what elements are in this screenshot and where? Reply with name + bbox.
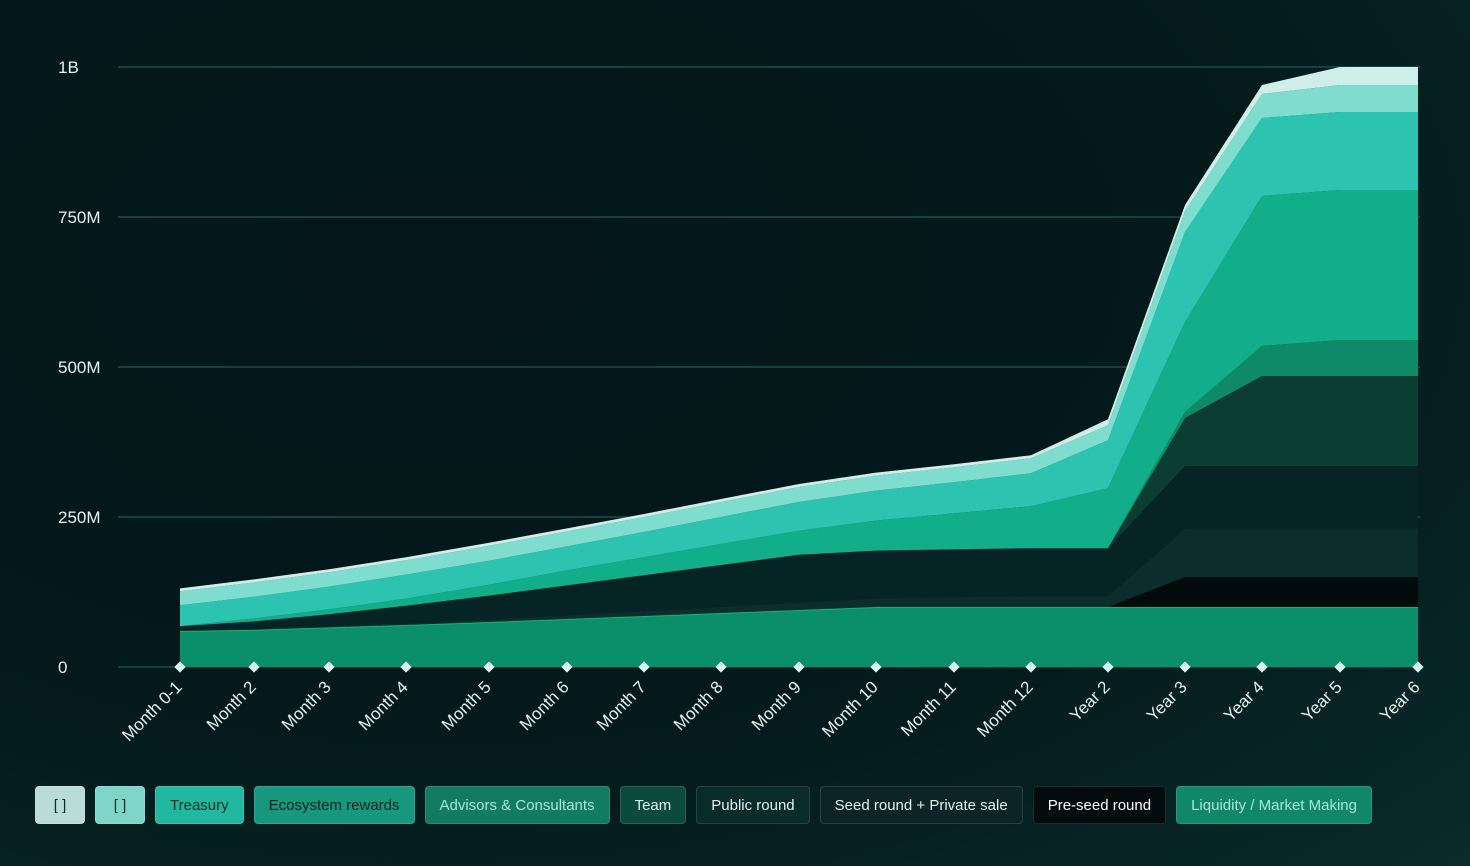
x-tick-label: Month 8 (670, 677, 727, 734)
x-tick-label: Month 2 (203, 677, 260, 734)
legend-item[interactable]: Pre-seed round (1032, 786, 1167, 824)
legend-item[interactable]: Public round (696, 786, 810, 824)
legend: [ ] [ ] Treasury Ecosystem rewards Advisors … (35, 785, 1372, 825)
x-axis: Month 0-1 Month 2 Month 3 Month 4 Month 5 Mon… (118, 661, 1424, 745)
x-tick-label: Year 6 (1376, 677, 1424, 725)
x-tick-label: Year 3 (1143, 677, 1191, 725)
x-tick-label: Month 3 (278, 677, 335, 734)
y-tick-label: 1B (58, 58, 79, 77)
x-tick-label: Month 10 (818, 677, 882, 741)
legend-item[interactable]: Ecosystem rewards (253, 786, 415, 824)
x-tick-label: Month 5 (438, 677, 495, 734)
y-tick-label: 250M (58, 508, 101, 527)
x-tick-label: Month 0-1 (118, 677, 186, 745)
x-tick-label: Year 5 (1298, 677, 1346, 725)
legend-item[interactable]: Team (619, 786, 687, 824)
x-tick-label: Month 12 (973, 677, 1037, 741)
legend-item[interactable]: Treasury (155, 786, 244, 824)
x-tick-label: Month 7 (593, 677, 650, 734)
y-tick-label: 500M (58, 358, 101, 377)
x-tick-label: Month 9 (748, 677, 805, 734)
y-tick-label: 750M (58, 208, 101, 227)
y-tick-label: 0 (58, 658, 67, 677)
legend-item[interactable]: Seed round + Private sale (819, 786, 1023, 824)
y-axis-labels: 0 250M 500M 750M 1B (58, 58, 101, 677)
x-tick-label: Month 4 (355, 677, 412, 734)
legend-item[interactable]: Advisors & Consultants (424, 786, 610, 824)
legend-item[interactable]: [ ] (35, 786, 85, 824)
x-tick-label: Month 11 (897, 677, 960, 740)
x-tick-label: Year 4 (1220, 677, 1268, 725)
x-tick-label: Year 2 (1066, 677, 1114, 725)
x-tick-label: Month 6 (516, 677, 573, 734)
token-unlock-chart: 0250M500M750M1B Month 0-1 Month 2 Month 3M… (58, 58, 1424, 745)
legend-item[interactable]: Liquidity / Market Making (1176, 786, 1372, 824)
legend-item[interactable]: [ ] (95, 786, 145, 824)
